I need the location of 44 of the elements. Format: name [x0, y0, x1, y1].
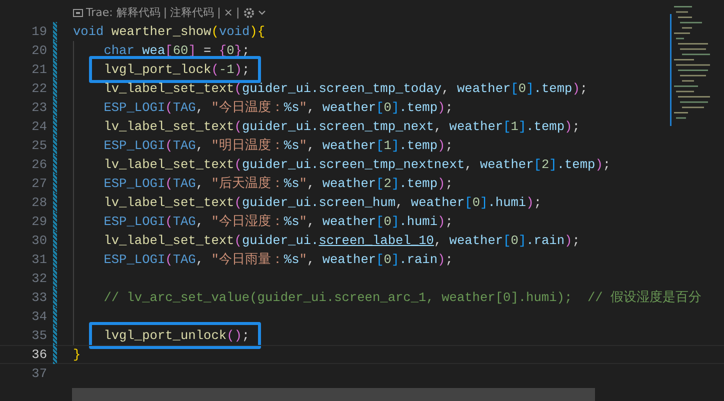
line-number: 20: [30, 43, 47, 58]
codelens-icon: [73, 8, 83, 16]
code-comment: // lv_arc_set_value(guider_ui.screen_arc_1, weather[0].humi); // 假设湿度是百分: [104, 289, 702, 306]
line-number: 28: [30, 195, 47, 210]
code-line: lv_label_set_text(guider_ui.screen_label_10, weather[0].rain);: [104, 233, 580, 248]
line-number: 19: [30, 24, 47, 39]
codelens-action[interactable]: 注释代码: [170, 5, 214, 20]
code-line: ESP_LOGI(TAG, "后天温度：%s", weather[2].temp);: [104, 175, 453, 192]
code-line: }: [73, 347, 81, 362]
line-number: 25: [30, 138, 47, 153]
line-number: 32: [30, 271, 47, 286]
code-line: ESP_LOGI(TAG, "今日雨量：%s", weather[0].rain);: [104, 251, 453, 268]
code-line: lvgl_port_lock(-1);: [104, 62, 250, 77]
code-line: void wearther_show(void){: [73, 24, 266, 39]
line-number: 24: [30, 119, 47, 134]
line-number: 35: [30, 328, 47, 343]
codelens-action[interactable]: Trae: 解释代码: [86, 5, 160, 20]
line-number: 21: [30, 62, 47, 77]
code-line: lv_label_set_text(guider_ui.screen_tmp_nextnext, weather[2].temp);: [104, 157, 611, 172]
line-number: 36: [30, 347, 47, 362]
gear-icon[interactable]: [242, 6, 255, 18]
line-number: 27: [30, 176, 47, 191]
separator: |: [163, 6, 168, 19]
horizontal-scrollbar[interactable]: [72, 388, 595, 401]
code-line: ESP_LOGI(TAG, "今日湿度：%s", weather[0].humi);: [104, 213, 453, 230]
line-number: 23: [30, 100, 47, 115]
chevron-down-icon[interactable]: [258, 10, 266, 16]
code-line: lvgl_port_unlock();: [104, 328, 250, 343]
line-number: 34: [30, 309, 47, 324]
line-number: 30: [30, 233, 47, 248]
code-line: lv_label_set_text(guider_ui.screen_tmp_today, weather[0].temp);: [104, 81, 588, 96]
code-line: ESP_LOGI(TAG, "今日温度：%s", weather[0].temp);: [104, 99, 453, 116]
codelens-action[interactable]: ×: [224, 6, 233, 19]
code-line: lv_label_set_text(guider_ui.screen_tmp_next, weather[1].temp);: [104, 119, 580, 134]
line-number: 33: [30, 290, 47, 305]
line-number: 29: [30, 214, 47, 229]
code-line: lv_label_set_text(guider_ui.screen_hum, weather[0].humi);: [104, 195, 542, 210]
line-number: 31: [30, 252, 47, 267]
line-number: 26: [30, 157, 47, 172]
code-line: ESP_LOGI(TAG, "明日温度：%s", weather[1].temp);: [104, 137, 453, 154]
separator: |: [217, 6, 221, 19]
separator: |: [236, 6, 240, 19]
line-number: 37: [30, 366, 47, 381]
line-number: 22: [30, 81, 47, 96]
